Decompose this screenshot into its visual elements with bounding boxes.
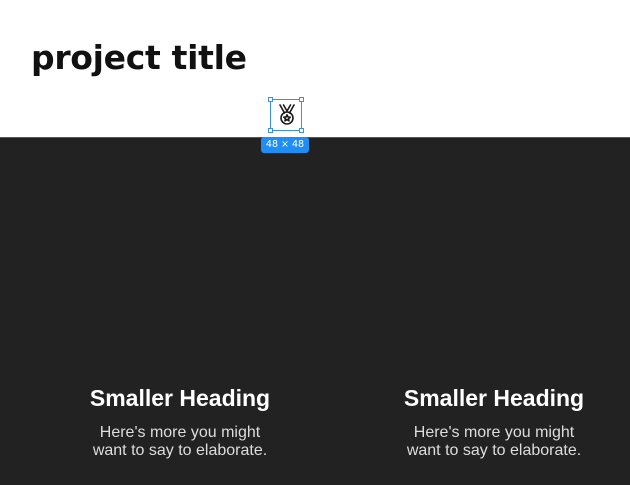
page-title: project title <box>31 38 247 77</box>
selected-icon-frame[interactable] <box>268 97 304 133</box>
feature-card: Smaller Heading Here's more you might wa… <box>65 383 295 460</box>
feature-description: Here's more you might want to say to ela… <box>379 424 609 460</box>
feature-description-line: Here's more you might <box>413 424 575 441</box>
resize-handle-top-left[interactable] <box>268 97 273 102</box>
feature-heading: Smaller Heading <box>403 385 585 411</box>
medal-icon <box>279 104 295 125</box>
feature-description: Here's more you might want to say to ela… <box>65 424 295 460</box>
resize-handle-bottom-left[interactable] <box>268 128 273 133</box>
header-section: project title <box>0 0 630 138</box>
resize-handle-top-right[interactable] <box>299 97 304 102</box>
section-divider <box>0 137 630 138</box>
feature-heading: Smaller Heading <box>89 385 271 411</box>
feature-description-line: want to say to elaborate. <box>92 442 268 459</box>
resize-handle-bottom-right[interactable] <box>299 128 304 133</box>
feature-card: Smaller Heading Here's more you might wa… <box>379 383 609 460</box>
feature-description-line: Here's more you might <box>99 424 261 441</box>
feature-description-line: want to say to elaborate. <box>406 442 582 459</box>
dimension-badge: 48 × 48 <box>261 137 309 153</box>
